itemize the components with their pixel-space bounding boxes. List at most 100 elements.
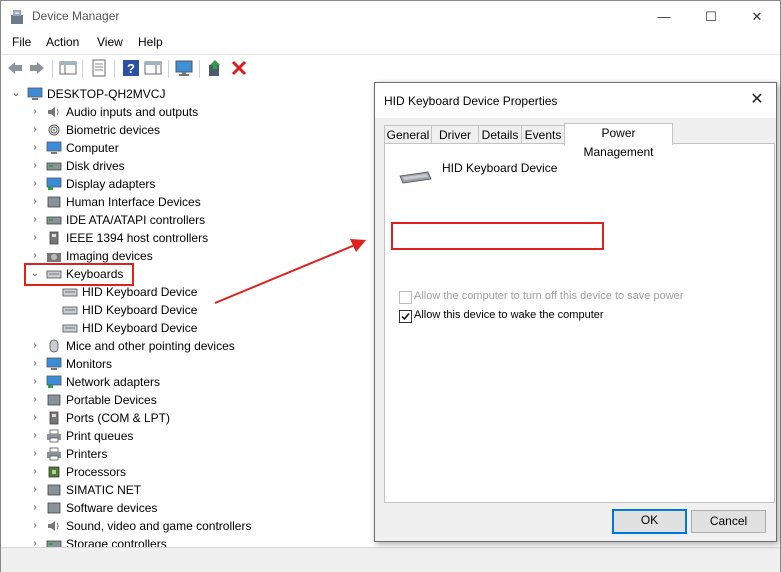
- tree-item-speaker[interactable]: › Audio inputs and outputs: [28, 103, 388, 121]
- tree-item-print-queue[interactable]: › Print queues: [28, 427, 388, 445]
- help-icon[interactable]: ?: [122, 59, 140, 77]
- tree-item-sound-controller[interactable]: › Sound, video and game controllers: [28, 517, 388, 535]
- disk-drive-icon: [46, 159, 62, 173]
- tree-item-port[interactable]: › Ports (COM & LPT): [28, 409, 388, 427]
- chevron-right-icon[interactable]: ›: [28, 229, 42, 247]
- tree-item-simatic-net[interactable]: › SIMATIC NET: [28, 481, 388, 499]
- display-icon[interactable]: [175, 59, 193, 77]
- action-pane-icon[interactable]: [144, 59, 162, 77]
- update-driver-icon[interactable]: [206, 59, 224, 77]
- ok-button[interactable]: OK: [612, 509, 687, 534]
- title-bar: Device Manager — ☐ ✕: [1, 1, 780, 32]
- tree-item-hid[interactable]: › Human Interface Devices: [28, 193, 388, 211]
- tab-driver[interactable]: Driver: [431, 125, 479, 145]
- show-hide-console-tree-icon[interactable]: [59, 59, 77, 77]
- cancel-button[interactable]: Cancel: [691, 510, 766, 533]
- tree-node-label: Print queues: [66, 429, 134, 443]
- display-adapter-icon: [46, 177, 62, 191]
- chevron-right-icon[interactable]: ›: [28, 103, 42, 121]
- chevron-right-icon[interactable]: ›: [28, 499, 42, 517]
- tree-item-software-device[interactable]: › Software devices: [28, 499, 388, 517]
- device-name-label: HID Keyboard Device: [442, 161, 558, 175]
- chevron-right-icon[interactable]: ›: [28, 157, 42, 175]
- chevron-right-icon[interactable]: ›: [28, 517, 42, 535]
- keyboard-icon: [62, 321, 78, 335]
- tree-node-label: DESKTOP-QH2MVCJ: [47, 87, 166, 101]
- tree-node-label: Software devices: [66, 501, 158, 515]
- keyboard-device-icon: [399, 171, 432, 184]
- tree-item-hid-keyboard-device[interactable]: HID Keyboard Device: [44, 319, 404, 337]
- tree-node-label: Display adapters: [66, 177, 156, 191]
- speaker-icon: [46, 105, 62, 119]
- tree-item-network-adapter[interactable]: › Network adapters: [28, 373, 388, 391]
- forward-arrow-icon[interactable]: [28, 59, 46, 77]
- tab-general[interactable]: General: [384, 125, 432, 145]
- wake-computer-label: Allow this device to wake the computer: [414, 309, 604, 321]
- tree-item-display-adapter[interactable]: › Display adapters: [28, 175, 388, 193]
- properties-icon[interactable]: [90, 59, 108, 77]
- status-bar: [1, 547, 780, 572]
- chevron-right-icon[interactable]: ›: [28, 139, 42, 157]
- menu-view[interactable]: View: [97, 35, 123, 49]
- fingerprint-icon: [46, 123, 62, 137]
- tree-item-computer[interactable]: › Computer: [28, 139, 388, 157]
- chevron-right-icon[interactable]: ›: [28, 481, 42, 499]
- tree-item-fingerprint[interactable]: › Biometric devices: [28, 121, 388, 139]
- uninstall-device-icon[interactable]: [230, 59, 248, 77]
- tree-node-label: Portable Devices: [66, 393, 157, 407]
- ieee1394-icon: [46, 231, 62, 245]
- annotation-arrow: [214, 239, 366, 304]
- dialog-close-button[interactable]: ✕: [746, 89, 768, 111]
- chevron-right-icon[interactable]: ›: [28, 445, 42, 463]
- chevron-right-icon[interactable]: ›: [28, 391, 42, 409]
- wake-option-highlight-box: [391, 222, 604, 250]
- chevron-right-icon[interactable]: ›: [28, 337, 42, 355]
- chevron-right-icon[interactable]: ›: [28, 463, 42, 481]
- menu-help[interactable]: Help: [138, 35, 163, 49]
- close-button[interactable]: ✕: [734, 1, 780, 32]
- minimize-button[interactable]: —: [641, 1, 687, 32]
- tree-item-portable-device[interactable]: › Portable Devices: [28, 391, 388, 409]
- computer-icon: [27, 87, 43, 101]
- tree-root[interactable]: ⌄ DESKTOP-QH2MVCJ: [9, 85, 369, 103]
- turn-off-power-label: Allow the computer to turn off this devi…: [414, 290, 684, 302]
- chevron-right-icon[interactable]: ›: [28, 373, 42, 391]
- maximize-button[interactable]: ☐: [688, 1, 734, 32]
- chevron-right-icon[interactable]: ›: [28, 427, 42, 445]
- chevron-right-icon[interactable]: ›: [28, 355, 42, 373]
- menu-action[interactable]: Action: [46, 35, 79, 49]
- print-queue-icon: [46, 429, 62, 443]
- tree-item-monitor[interactable]: › Monitors: [28, 355, 388, 373]
- tree-item-printer[interactable]: › Printers: [28, 445, 388, 463]
- dialog-title-bar: HID Keyboard Device Properties ✕: [375, 83, 776, 118]
- tree-node-label: HID Keyboard Device: [82, 303, 198, 317]
- port-icon: [46, 411, 62, 425]
- tree-node-label: IEEE 1394 host controllers: [66, 231, 209, 245]
- tree-node-label: Printers: [66, 447, 108, 461]
- network-adapter-icon: [46, 375, 62, 389]
- back-arrow-icon[interactable]: [6, 59, 24, 77]
- menu-file[interactable]: File: [12, 35, 31, 49]
- tree-node-label: Monitors: [66, 357, 113, 371]
- chevron-right-icon[interactable]: ›: [28, 193, 42, 211]
- chevron-right-icon[interactable]: ›: [28, 175, 42, 193]
- wake-computer-checkbox[interactable]: [399, 310, 412, 323]
- tab-events[interactable]: Events: [521, 125, 565, 145]
- tree-item-processor[interactable]: › Processors: [28, 463, 388, 481]
- tab-details[interactable]: Details: [478, 125, 522, 145]
- computer-icon: [46, 141, 62, 155]
- tree-item-storage-controller[interactable]: › Storage controllers: [28, 535, 388, 547]
- tree-item-mouse[interactable]: › Mice and other pointing devices: [28, 337, 388, 355]
- tree-item-ide-controller[interactable]: › IDE ATA/ATAPI controllers: [28, 211, 388, 229]
- chevron-down-icon[interactable]: ⌄: [9, 85, 23, 103]
- tree-node-label: Ports (COM & LPT): [66, 411, 171, 425]
- toolbar: ?: [1, 54, 780, 84]
- tab-power-management[interactable]: Power Management: [564, 123, 673, 159]
- turn-off-power-checkbox[interactable]: [399, 291, 412, 304]
- chevron-right-icon[interactable]: ›: [28, 211, 42, 229]
- chevron-right-icon[interactable]: ›: [28, 535, 42, 547]
- tree-node-label: Human Interface Devices: [66, 195, 201, 209]
- tree-item-disk-drive[interactable]: › Disk drives: [28, 157, 388, 175]
- chevron-right-icon[interactable]: ›: [28, 121, 42, 139]
- chevron-right-icon[interactable]: ›: [28, 409, 42, 427]
